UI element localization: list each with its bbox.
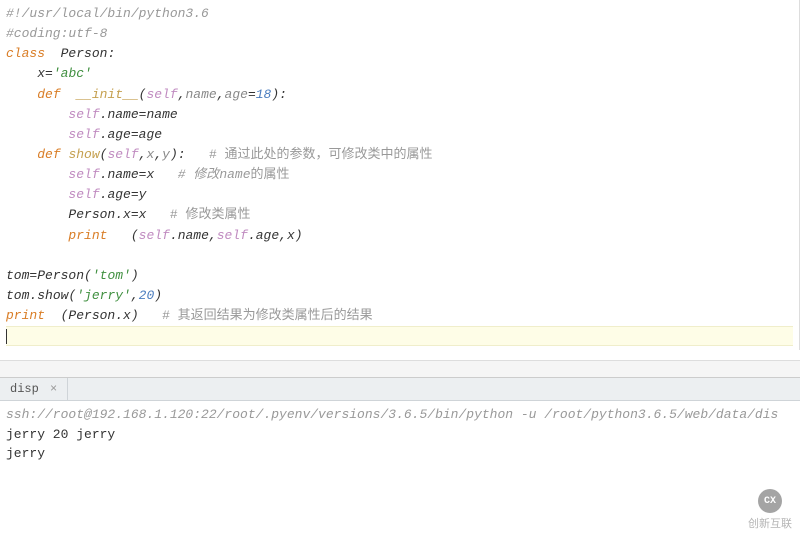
output-line-1: jerry 20 jerry <box>6 425 794 445</box>
tom-show-line: tom.show('jerry',20) <box>6 286 793 306</box>
console-tab-bar: disp × <box>0 378 800 401</box>
init-name-line: self.name=name <box>6 105 793 125</box>
tab-label: disp <box>10 382 39 396</box>
init-age-line: self.age=age <box>6 125 793 145</box>
close-icon[interactable]: × <box>50 382 57 396</box>
class-def-line: class Person: <box>6 44 793 64</box>
watermark-text: 创新互联 <box>748 515 792 531</box>
tab-disp[interactable]: disp × <box>0 378 68 400</box>
blank-line <box>6 246 793 266</box>
text-cursor <box>6 329 7 344</box>
panel-separator[interactable] <box>0 360 800 378</box>
coding-line: #coding:utf-8 <box>6 24 793 44</box>
show-age-line: self.age=y <box>6 185 793 205</box>
cursor-line[interactable] <box>6 326 793 346</box>
watermark-logo: CX <box>758 489 782 513</box>
output-line-2: jerry <box>6 444 794 464</box>
watermark: CX 创新互联 <box>748 489 792 531</box>
console-output[interactable]: ssh://root@192.168.1.120:22/root/.pyenv/… <box>0 401 800 468</box>
show-name-line: self.name=x # 修改name的属性 <box>6 165 793 185</box>
shebang-line: #!/usr/local/bin/python3.6 <box>6 4 793 24</box>
print-personx-line: print (Person.x) # 其返回结果为修改类属性后的结果 <box>6 306 793 326</box>
tom-new-line: tom=Persontom=Person(('tom') <box>6 266 793 286</box>
show-print-line: print (self.name,self.age,x) <box>6 226 793 246</box>
show-personx-line: Person.x=x # 修改类属性 <box>6 205 793 225</box>
class-attr-line: x='abc' <box>6 64 793 84</box>
code-editor[interactable]: #!/usr/local/bin/python3.6 #coding:utf-8… <box>0 0 800 350</box>
show-def-line: def show(self,x,y): # 通过此处的参数，可修改类中的属性 <box>6 145 793 165</box>
ssh-connection-line: ssh://root@192.168.1.120:22/root/.pyenv/… <box>6 405 794 425</box>
init-def-line: def __init__(self,name,age=18): <box>6 85 793 105</box>
